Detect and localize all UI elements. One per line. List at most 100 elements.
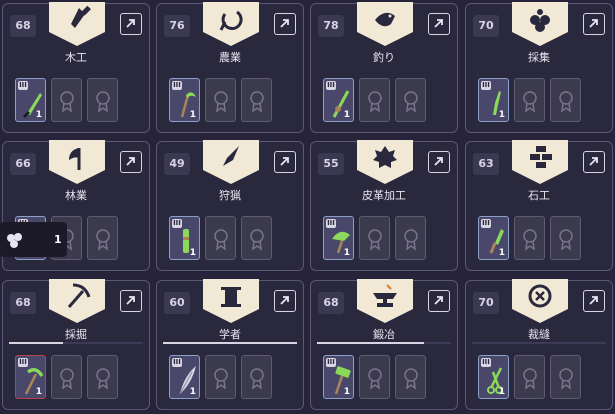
- empty-tool-slot[interactable]: [395, 355, 426, 399]
- fish-icon: [357, 2, 413, 46]
- profession-card-scholar[interactable]: 60 学者 III 1: [156, 279, 304, 410]
- tool-quantity: 1: [343, 110, 350, 120]
- equipped-tool-slot[interactable]: III 1: [478, 355, 509, 399]
- empty-tool-slot[interactable]: [514, 355, 545, 399]
- empty-tool-slot[interactable]: [205, 216, 236, 260]
- xp-progress-fill: [163, 342, 297, 344]
- empty-tool-slot[interactable]: [51, 78, 82, 122]
- empty-tool-slot[interactable]: [241, 355, 272, 399]
- profession-card-farming[interactable]: 76 農業 III 1: [156, 2, 304, 133]
- profession-card-masonry[interactable]: 63 石工 III 1: [465, 140, 613, 271]
- empty-tool-slot[interactable]: [51, 355, 82, 399]
- medal-placeholder-icon: [404, 368, 418, 390]
- empty-tool-slot[interactable]: [359, 78, 390, 122]
- tool-quantity: 1: [343, 248, 350, 258]
- tool-slots: III 1: [478, 78, 602, 124]
- profession-name: 鍛冶: [373, 328, 395, 341]
- profession-card-smithing[interactable]: 68 鍛冶 III 1: [310, 279, 458, 410]
- equipped-tool-slot[interactable]: III 1: [323, 216, 354, 260]
- open-external-icon[interactable]: [428, 290, 450, 312]
- scroll-icon: [203, 279, 259, 323]
- level-badge: 66: [10, 153, 36, 175]
- empty-tool-slot[interactable]: [87, 355, 118, 399]
- xp-progress-bar: [472, 342, 606, 344]
- open-external-icon[interactable]: [428, 151, 450, 173]
- open-external-icon[interactable]: [274, 290, 296, 312]
- empty-tool-slot[interactable]: [205, 78, 236, 122]
- empty-tool-slot[interactable]: [241, 216, 272, 260]
- empty-tool-slot[interactable]: [395, 78, 426, 122]
- xp-progress-fill: [317, 342, 425, 344]
- tool-slots: III 1: [169, 78, 293, 124]
- empty-tool-slot[interactable]: [550, 355, 581, 399]
- tooltip-quantity: 1: [54, 233, 62, 246]
- tool-quantity: 1: [189, 248, 196, 258]
- level-badge: 55: [318, 153, 344, 175]
- empty-tool-slot[interactable]: [205, 355, 236, 399]
- equipped-tool-slot[interactable]: III 1: [478, 78, 509, 122]
- level-badge: 68: [10, 15, 36, 37]
- level-badge: 70: [473, 15, 499, 37]
- medal-placeholder-icon: [96, 229, 110, 251]
- open-external-icon[interactable]: [428, 13, 450, 35]
- leather-icon: [357, 140, 413, 184]
- empty-tool-slot[interactable]: [514, 216, 545, 260]
- empty-tool-slot[interactable]: [87, 78, 118, 122]
- profession-card-woodworking[interactable]: 68 木工 III 1: [2, 2, 150, 133]
- open-external-icon[interactable]: [274, 151, 296, 173]
- profession-card-foraging[interactable]: 70 採集 III 1: [465, 2, 613, 133]
- tool-quantity: 1: [35, 110, 42, 120]
- profession-card-mining[interactable]: 68 採掘 III 1: [2, 279, 150, 410]
- profession-card-hunting[interactable]: 49 狩猟 III 1: [156, 140, 304, 271]
- empty-tool-slot[interactable]: [241, 78, 272, 122]
- equipped-tool-slot[interactable]: III 1: [323, 355, 354, 399]
- open-external-icon[interactable]: [583, 13, 605, 35]
- tool-slots: III 1: [15, 355, 139, 401]
- profession-name: 皮革加工: [362, 189, 406, 202]
- profession-name: 釣り: [373, 51, 395, 64]
- bricks-icon: [512, 140, 568, 184]
- medal-placeholder-icon: [214, 229, 228, 251]
- profession-card-leatherworking[interactable]: 55 皮革加工 III 1: [310, 140, 458, 271]
- empty-tool-slot[interactable]: [550, 78, 581, 122]
- berries-icon: [7, 233, 22, 248]
- medal-placeholder-icon: [96, 368, 110, 390]
- open-external-icon[interactable]: [583, 290, 605, 312]
- profession-name: 狩猟: [219, 189, 241, 202]
- equipped-tool-slot[interactable]: III 1: [15, 355, 46, 399]
- tool-quantity: 1: [343, 387, 350, 397]
- level-badge: 78: [318, 15, 344, 37]
- empty-tool-slot[interactable]: [550, 216, 581, 260]
- equipped-tool-slot[interactable]: III 1: [169, 78, 200, 122]
- xp-progress-bar: [9, 342, 143, 344]
- tool-slots: III 1: [169, 216, 293, 262]
- equipped-tool-slot[interactable]: III 1: [169, 216, 200, 260]
- empty-tool-slot[interactable]: [359, 355, 390, 399]
- level-badge: 68: [10, 292, 36, 314]
- anvil-icon: [357, 279, 413, 323]
- open-external-icon[interactable]: [120, 151, 142, 173]
- medal-placeholder-icon: [559, 91, 573, 113]
- open-external-icon[interactable]: [120, 13, 142, 35]
- empty-tool-slot[interactable]: [359, 216, 390, 260]
- profession-grid: 68 木工 III 1 76 農業 III 1 78 釣り III 1 70 採…: [0, 0, 615, 414]
- open-external-icon[interactable]: [274, 13, 296, 35]
- xp-progress-bar: [163, 342, 297, 344]
- axe-icon: [49, 140, 105, 184]
- medal-placeholder-icon: [60, 368, 74, 390]
- open-external-icon[interactable]: [120, 290, 142, 312]
- open-external-icon[interactable]: [583, 151, 605, 173]
- equipped-tool-slot[interactable]: III 1: [478, 216, 509, 260]
- equipped-tool-slot[interactable]: III 1: [169, 355, 200, 399]
- equipped-tool-slot[interactable]: III 1: [323, 78, 354, 122]
- profession-card-fishing[interactable]: 78 釣り III 1: [310, 2, 458, 133]
- medal-placeholder-icon: [523, 229, 537, 251]
- profession-card-tailoring[interactable]: 70 裁縫 III 1: [465, 279, 613, 410]
- chisel-icon: [49, 2, 105, 46]
- medal-placeholder-icon: [250, 368, 264, 390]
- equipped-tool-slot[interactable]: III 1: [15, 78, 46, 122]
- empty-tool-slot[interactable]: [395, 216, 426, 260]
- tool-quantity: 1: [498, 387, 505, 397]
- empty-tool-slot[interactable]: [514, 78, 545, 122]
- empty-tool-slot[interactable]: [87, 216, 118, 260]
